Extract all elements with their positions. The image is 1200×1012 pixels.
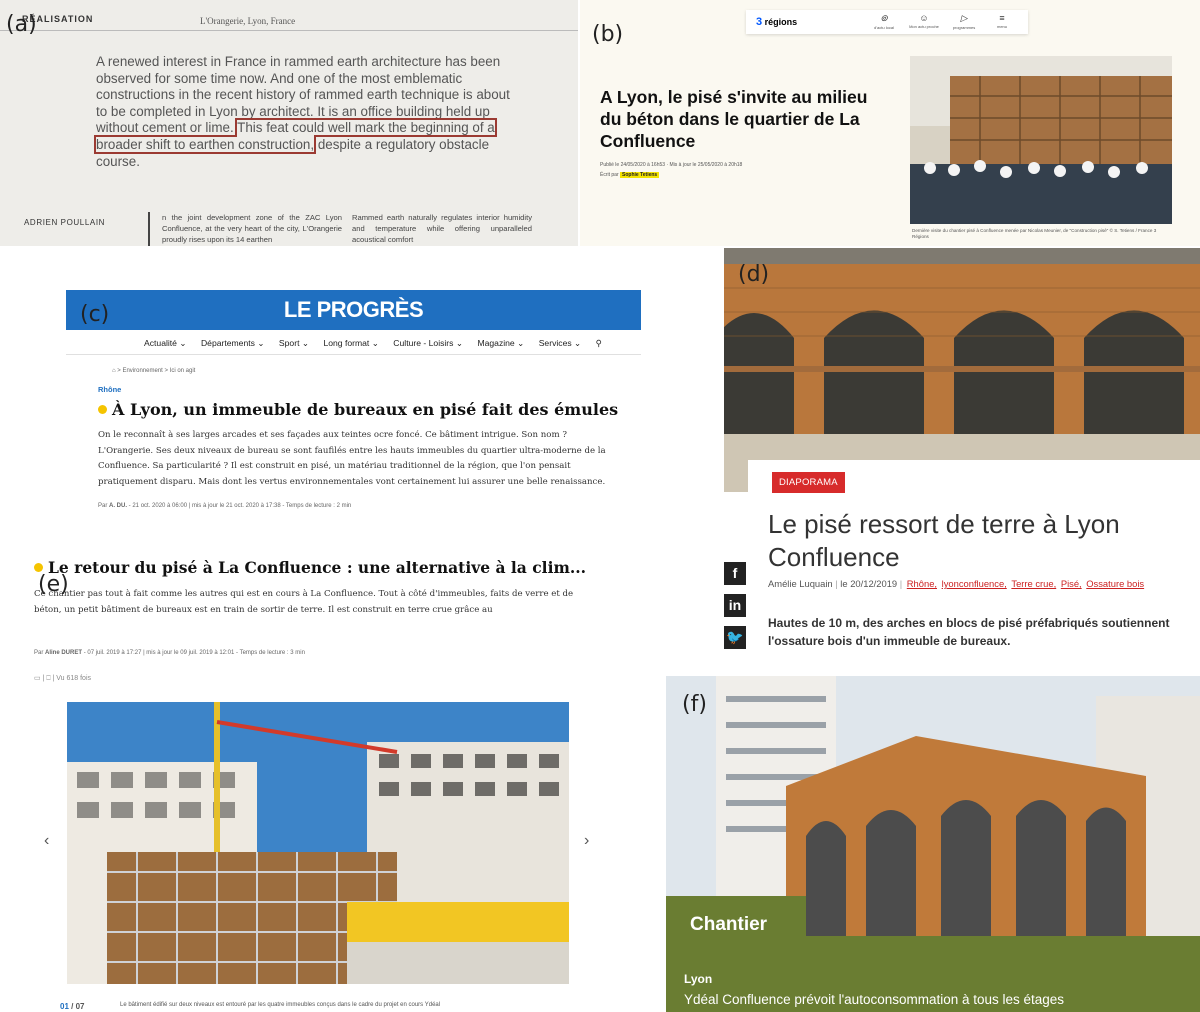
author-link[interactable]: Sophie Tetiens — [620, 172, 660, 178]
menu-button[interactable]: ≡ menu — [982, 13, 1022, 29]
article-lead: Hautes de 10 m, des arches en blocs de p… — [768, 616, 1170, 648]
menu-item-long-format[interactable]: Long format ⌄ — [323, 338, 378, 348]
main-menu: Actualité ⌄ Départements ⌄ Sport ⌄ Long … — [144, 338, 614, 349]
byline: Par A. DU. - 21 oct. 2020 à 06:00 | mis … — [98, 503, 352, 509]
panel-c-le-progres-article: LE PROGRÈS (c) Actualité ⌄ Départements … — [0, 248, 720, 548]
panel-a-magazine-scan: (a) RÉALISATION L'Orangerie, Lyon, Franc… — [0, 0, 578, 246]
site-logo[interactable]: LE PROGRÈS — [66, 290, 641, 330]
category-badge[interactable]: DIAPORAMA — [772, 472, 845, 493]
section-label: Chantier — [684, 912, 774, 938]
premium-dot-icon — [98, 405, 107, 414]
article-tools[interactable]: ▭ | ⎕ | Vu 618 fois — [34, 674, 91, 683]
breadcrumb[interactable]: ⌂ > Environnement > Ici on agit — [112, 368, 195, 374]
tag-link-rhone[interactable]: Rhône, — [907, 578, 937, 589]
programs-button[interactable]: ▷ programmes — [944, 13, 984, 30]
panel-label: (d) — [738, 262, 770, 287]
tag-link-terre-crue[interactable]: Terre crue, — [1011, 578, 1056, 589]
menu-item-magazine[interactable]: Magazine ⌄ — [477, 338, 524, 348]
slide-caption: Le bâtiment édifié sur deux niveaux est … — [120, 1002, 441, 1008]
panel-f-magazine-page: (f) Chantier Lyon Ydéal Confluence prévo… — [666, 676, 1200, 1012]
orangerie-building-photo — [666, 676, 1200, 1012]
panel-e-le-progres-article: Le retour du pisé à La Confluence : une … — [0, 550, 660, 1012]
panel-d-diaporama-article: (d) DIAPORAMA Le pisé ressort de terre à… — [724, 248, 1200, 658]
article-headline: Ydéal Confluence prévoit l'autoconsommat… — [684, 992, 1065, 1007]
menu-item-sport[interactable]: Sport ⌄ — [279, 338, 309, 348]
site-header: 3 régions ⊚ d'actu local ☺ Mon actu proche… — [746, 10, 1028, 34]
publish-meta: Publié le 24/05/2020 à 16h53 · Mis à jou… — [600, 162, 743, 168]
panel-label: (b) — [592, 22, 624, 47]
city-label: Lyon — [684, 972, 713, 986]
menu-item-services[interactable]: Services ⌄ — [539, 338, 582, 348]
twitter-icon[interactable]: 🐦 — [724, 626, 746, 649]
panel-label: (f) — [682, 692, 707, 717]
body-column-2: Rammed earth naturally regulates interio… — [352, 213, 532, 244]
column-bar — [148, 212, 150, 246]
article-title: Le retour du pisé à La Confluence : une … — [34, 558, 586, 577]
slide-counter: 01 / 07 — [60, 1002, 85, 1011]
byline: Par Aline DURET - 07 juil. 2019 à 17:27 … — [34, 650, 305, 656]
body-column-1: n the joint development zone of the ZAC … — [162, 213, 342, 244]
premium-dot-icon — [34, 563, 43, 572]
search-icon[interactable]: ⚲ — [596, 338, 602, 348]
arcade-photo — [724, 248, 1200, 492]
linkedin-icon[interactable]: in — [724, 594, 746, 617]
photo-caption: Dernière visite du chantier pisé à Confl… — [912, 228, 1157, 239]
tag-link-ossature-bois[interactable]: Ossature bois — [1086, 578, 1144, 589]
author-meta: Écrit par Sophie Tetiens — [600, 172, 660, 178]
panel-label: (e) — [38, 572, 69, 597]
article-title: A Lyon, le pisé s'invite au milieu du bé… — [600, 87, 868, 151]
article-card: DIAPORAMA Le pisé ressort de terre à Lyo… — [748, 460, 1200, 658]
article-title: À Lyon, un immeuble de bureaux en pisé f… — [98, 400, 618, 419]
section-kicker[interactable]: Rhône — [98, 385, 121, 394]
byline-author: A. DU. — [109, 503, 128, 509]
facebook-icon[interactable]: f — [724, 562, 746, 585]
byline-author: Aline DURET — [45, 650, 83, 656]
running-head-location: L'Orangerie, Lyon, France — [200, 16, 296, 26]
article-meta: Amélie Luquain | le 20/12/2019 | Rhône, … — [768, 578, 1145, 589]
divider — [66, 354, 641, 355]
site-visit-photo — [910, 56, 1172, 224]
user-icon: ☺ — [919, 13, 929, 23]
article-title: Le pisé ressort de terre à Lyon Confluen… — [768, 509, 1120, 572]
menu-item-culture-loisirs[interactable]: Culture - Loisirs ⌄ — [393, 338, 463, 348]
panel-b-france3-article: (b) 3 régions ⊚ d'actu local ☺ Mon actu pr… — [580, 0, 1200, 246]
panel-label: (c) — [80, 302, 110, 327]
menu-item-actualite[interactable]: Actualité ⌄ — [144, 338, 187, 348]
local-news-icon: ⊚ — [880, 13, 888, 23]
tag-link-lyonconfluence[interactable]: lyonconfluence, — [942, 578, 1007, 589]
menu-item-departements[interactable]: Départements ⌄ — [201, 338, 265, 348]
construction-photo — [67, 702, 569, 984]
hamburger-icon: ≡ — [999, 13, 1005, 23]
panel-label: (a) — [6, 12, 37, 37]
play-icon: ▷ — [960, 13, 968, 23]
divider — [0, 30, 578, 31]
article-intro: Ce chantier pas tout à fait comme les au… — [34, 589, 574, 615]
my-news-button[interactable]: ☺ Mon actu proche — [904, 13, 944, 29]
local-news-button[interactable]: ⊚ d'actu local — [864, 13, 904, 30]
article-intro: On le reconnaît à ses larges arcades et … — [98, 430, 606, 487]
tag-link-pise[interactable]: Pisé, — [1061, 578, 1082, 589]
author-name: ADRIEN POULLAIN — [24, 218, 106, 227]
carousel-prev-button[interactable]: ‹ — [44, 832, 49, 850]
lead-paragraph: A renewed interest in France in rammed e… — [94, 54, 516, 170]
carousel-next-button[interactable]: › — [584, 832, 589, 850]
author-name[interactable]: Amélie Luquain — [768, 578, 833, 589]
publish-date: le 20/12/2019 — [840, 578, 898, 589]
site-logo[interactable]: 3 régions — [756, 16, 797, 28]
